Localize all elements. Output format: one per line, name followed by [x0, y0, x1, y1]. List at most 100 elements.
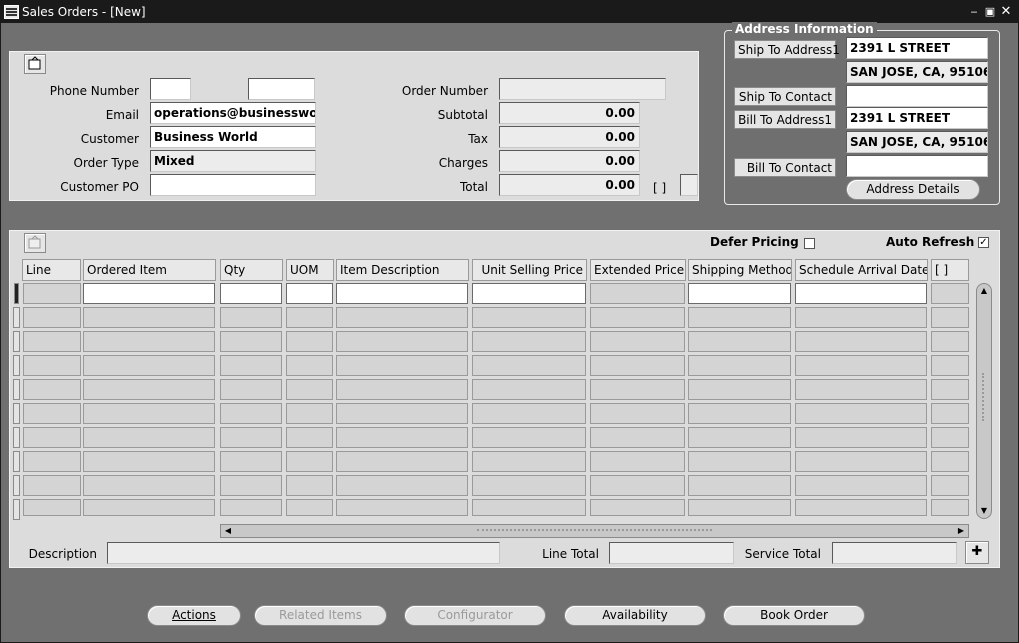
- table-cell[interactable]: [590, 403, 685, 424]
- table-cell[interactable]: [688, 379, 791, 400]
- table-cell[interactable]: [931, 355, 969, 376]
- ship-to-address1-field[interactable]: 2391 L STREET: [846, 37, 988, 59]
- table-cell[interactable]: [590, 307, 685, 328]
- table-cell[interactable]: [795, 475, 927, 496]
- defer-pricing-checkbox[interactable]: [804, 238, 815, 249]
- configurator-button[interactable]: Configurator: [404, 605, 546, 626]
- folder-icon-disabled[interactable]: [24, 233, 46, 253]
- table-cell[interactable]: [472, 475, 586, 496]
- table-cell[interactable]: [590, 331, 685, 352]
- address-details-button[interactable]: Address Details: [846, 179, 980, 200]
- scroll-right-icon[interactable]: ▶: [955, 525, 967, 537]
- table-cell[interactable]: [83, 307, 215, 328]
- table-cell[interactable]: [472, 451, 586, 472]
- table-cell[interactable]: [23, 283, 81, 304]
- table-cell[interactable]: [286, 499, 333, 516]
- col-ordered-item[interactable]: Ordered Item: [83, 259, 216, 281]
- table-cell[interactable]: [286, 331, 333, 352]
- table-cell[interactable]: [931, 307, 969, 328]
- table-cell[interactable]: [336, 475, 468, 496]
- table-cell[interactable]: [336, 355, 468, 376]
- table-cell[interactable]: [220, 307, 282, 328]
- auto-refresh-checkbox[interactable]: ✓: [978, 237, 989, 248]
- table-cell[interactable]: [795, 379, 927, 400]
- table-cell[interactable]: [795, 283, 927, 304]
- table-cell[interactable]: [931, 427, 969, 448]
- scrollbar-grip[interactable]: [982, 373, 986, 421]
- table-cell[interactable]: [590, 379, 685, 400]
- table-cell[interactable]: [286, 355, 333, 376]
- table-cell[interactable]: [931, 331, 969, 352]
- table-cell[interactable]: [23, 331, 81, 352]
- table-cell[interactable]: [220, 379, 282, 400]
- table-cell[interactable]: [472, 355, 586, 376]
- table-cell[interactable]: [336, 403, 468, 424]
- row-marker[interactable]: [13, 307, 20, 328]
- table-cell[interactable]: [83, 355, 215, 376]
- table-cell[interactable]: [688, 355, 791, 376]
- table-cell[interactable]: [688, 307, 791, 328]
- table-cell[interactable]: [83, 331, 215, 352]
- row-marker[interactable]: [14, 283, 19, 304]
- col-uom[interactable]: UOM: [286, 259, 334, 281]
- table-cell[interactable]: [931, 475, 969, 496]
- table-cell[interactable]: [336, 379, 468, 400]
- table-cell[interactable]: [472, 331, 586, 352]
- table-cell[interactable]: [795, 499, 927, 516]
- close-icon[interactable]: ✕: [999, 4, 1013, 19]
- scroll-down-icon[interactable]: ▼: [979, 506, 989, 516]
- table-cell[interactable]: [336, 427, 468, 448]
- table-cell[interactable]: [23, 451, 81, 472]
- phone-area-input[interactable]: [150, 78, 191, 100]
- col-schedule-arrival-date[interactable]: Schedule Arrival Date: [795, 259, 928, 281]
- table-cell[interactable]: [795, 331, 927, 352]
- expand-icon[interactable]: ✚: [965, 541, 989, 564]
- table-cell[interactable]: [83, 475, 215, 496]
- email-field[interactable]: operations@businessworl: [150, 102, 316, 124]
- table-cell[interactable]: [286, 475, 333, 496]
- col-qty[interactable]: Qty: [220, 259, 283, 281]
- table-cell[interactable]: [23, 475, 81, 496]
- row-marker[interactable]: [13, 451, 20, 472]
- table-cell[interactable]: [23, 379, 81, 400]
- table-cell[interactable]: [336, 331, 468, 352]
- actions-button[interactable]: Actions: [147, 605, 241, 626]
- table-cell[interactable]: [286, 427, 333, 448]
- table-cell[interactable]: [286, 283, 333, 304]
- table-cell[interactable]: [83, 427, 215, 448]
- table-cell[interactable]: [83, 283, 215, 304]
- row-marker[interactable]: [13, 331, 20, 352]
- table-cell[interactable]: [220, 427, 282, 448]
- table-cell[interactable]: [590, 355, 685, 376]
- table-cell[interactable]: [931, 403, 969, 424]
- table-cell[interactable]: [220, 451, 282, 472]
- table-cell[interactable]: [590, 451, 685, 472]
- bill-to-address1-field[interactable]: 2391 L STREET: [846, 107, 988, 129]
- table-cell[interactable]: [220, 355, 282, 376]
- table-cell[interactable]: [931, 379, 969, 400]
- book-order-button[interactable]: Book Order: [723, 605, 865, 626]
- table-cell[interactable]: [795, 451, 927, 472]
- related-items-button[interactable]: Related Items: [254, 605, 387, 626]
- table-cell[interactable]: [795, 307, 927, 328]
- table-cell[interactable]: [286, 379, 333, 400]
- table-cell[interactable]: [590, 427, 685, 448]
- table-cell[interactable]: [472, 283, 586, 304]
- table-cell[interactable]: [220, 475, 282, 496]
- row-marker[interactable]: [13, 499, 20, 520]
- table-cell[interactable]: [23, 427, 81, 448]
- folder-icon[interactable]: [24, 54, 46, 74]
- phone-number-input[interactable]: [248, 78, 315, 100]
- table-cell[interactable]: [688, 451, 791, 472]
- table-cell[interactable]: [286, 307, 333, 328]
- table-cell[interactable]: [688, 427, 791, 448]
- order-type-field[interactable]: Mixed: [150, 150, 316, 172]
- row-marker[interactable]: [13, 427, 20, 448]
- col-flex[interactable]: [ ]: [931, 259, 969, 281]
- h-scrollbar-grip[interactable]: [477, 529, 712, 533]
- customer-field[interactable]: Business World: [150, 126, 316, 148]
- table-cell[interactable]: [472, 307, 586, 328]
- table-cell[interactable]: [931, 283, 969, 304]
- descriptive-flex-field[interactable]: [680, 174, 698, 196]
- table-cell[interactable]: [83, 451, 215, 472]
